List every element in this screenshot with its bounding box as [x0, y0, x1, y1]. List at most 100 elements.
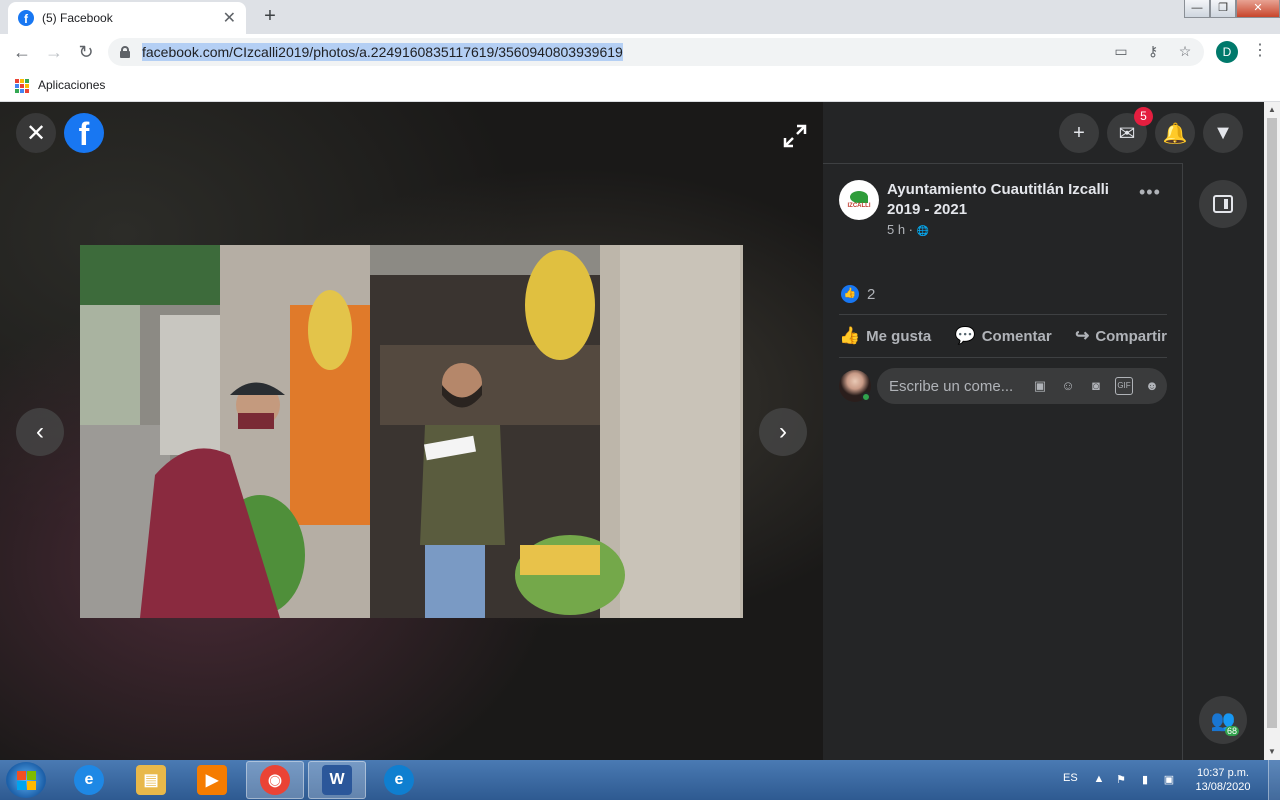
izcalli-logo-icon [850, 191, 868, 203]
tab-close-icon[interactable]: ✕ [223, 8, 236, 28]
start-button[interactable] [6, 762, 46, 798]
close-viewer-button[interactable]: ✕ [16, 113, 56, 153]
windows-taskbar: e ▤ ▶ ◉ We ES ▲ ⚑ ▮ ▣ 10:37 p.m. 13/08/2020 [0, 760, 1280, 800]
like-button[interactable]: 👍 Me gusta [839, 326, 931, 346]
post-details: IZCALLI Ayuntamiento Cuautitlán Izcalli … [823, 164, 1182, 760]
tab-bar: f (5) Facebook ✕ + — ❐ ✕ [0, 0, 1280, 34]
internet-explorer-icon: e [74, 765, 104, 795]
apps-grid-dot [15, 79, 19, 83]
share-icon: ↪ [1075, 326, 1090, 345]
page-name-link[interactable]: Ayuntamiento Cuautitlán Izcalli 2019 - 2… [887, 180, 1117, 220]
lock-icon[interactable] [120, 46, 130, 58]
comment-label: Comentar [981, 327, 1052, 345]
create-icon[interactable]: + [1059, 113, 1099, 153]
notification-badge: 5 [1134, 107, 1153, 126]
apps-bookmark[interactable]: Aplicaciones [38, 78, 105, 92]
notifications-icon[interactable]: 🔔 [1155, 113, 1195, 153]
comment-placeholder: Escribe un come... [889, 377, 1014, 395]
next-photo-button[interactable]: › [759, 408, 807, 456]
apps-grid-dot [25, 89, 29, 93]
previous-photo-button[interactable]: ‹ [16, 408, 64, 456]
media-player-icon: ▶ [197, 765, 227, 795]
bookmarks-bar: Aplicaciones [0, 70, 1280, 102]
emoji-icon[interactable]: ☺ [1059, 377, 1077, 395]
new-tab-button[interactable]: + [258, 5, 282, 28]
show-desktop-button[interactable] [1268, 760, 1280, 800]
create-icon-glyph: + [1073, 121, 1085, 144]
clock-time: 10:37 p.m. [1197, 767, 1249, 779]
profile-avatar[interactable]: D [1216, 41, 1238, 63]
contacts-online-count: 68 [1224, 726, 1239, 736]
language-indicator[interactable]: ES [1063, 772, 1078, 784]
sidebar-icon [1213, 195, 1233, 213]
taskbar-file-explorer[interactable]: ▤ [122, 761, 180, 799]
system-clock[interactable]: 10:37 p.m. 13/08/2020 [1190, 766, 1256, 794]
comment-icon: 💬 [954, 326, 976, 345]
word-icon: W [322, 765, 352, 795]
browser-toolbar: ← → ↻ facebook.com/CIzcalli2019/photos/a… [0, 34, 1280, 70]
action-center-flag-icon[interactable]: ⚑ [1114, 773, 1128, 787]
restore-button[interactable]: ❐ [1210, 0, 1236, 18]
window-controls: — ❐ ✕ [1184, 0, 1280, 18]
apps-grid-icon[interactable] [15, 79, 29, 93]
reactions-summary[interactable]: 👍 2 [841, 285, 875, 303]
browser-tab[interactable]: f (5) Facebook ✕ [8, 2, 246, 34]
toggle-sidebar-button[interactable] [1199, 180, 1247, 228]
page-scrollbar[interactable]: ▲ ▼ [1264, 102, 1280, 760]
contacts-button[interactable]: 👥 68 [1199, 696, 1247, 744]
gif-icon[interactable]: GIF [1115, 377, 1133, 395]
taskbar-media-player[interactable]: ▶ [183, 761, 241, 799]
scroll-down-icon[interactable]: ▼ [1264, 744, 1280, 760]
account-menu-icon[interactable]: ▼ [1203, 113, 1243, 153]
facebook-favicon-icon: f [18, 10, 34, 26]
page-avatar[interactable]: IZCALLI [839, 180, 879, 220]
scroll-up-icon[interactable]: ▲ [1264, 102, 1280, 118]
comment-button[interactable]: 💬 Comentar [955, 326, 1052, 346]
taskbar-edge[interactable]: e [370, 761, 428, 799]
bookmark-star-icon[interactable]: ☆ [1176, 43, 1194, 61]
chrome-icon: ◉ [260, 765, 290, 795]
scrollbar-thumb[interactable] [1267, 118, 1277, 728]
taskbar-internet-explorer[interactable]: e [60, 761, 118, 799]
account-menu-icon-glyph: ▼ [1213, 121, 1233, 144]
messenger-icon[interactable]: ✉ 5 [1107, 107, 1153, 153]
like-reaction-icon: 👍 [841, 285, 859, 303]
apps-grid-dot [20, 84, 24, 88]
fullscreen-icon[interactable] [781, 122, 809, 150]
power-icon[interactable]: ▮ [1138, 773, 1152, 787]
minimize-button[interactable]: — [1184, 0, 1210, 18]
address-bar[interactable]: facebook.com/CIzcalli2019/photos/a.22491… [108, 38, 1204, 66]
apps-grid-dot [20, 79, 24, 83]
apps-grid-dot [25, 84, 29, 88]
edge-icon: e [384, 765, 414, 795]
file-explorer-icon: ▤ [136, 765, 166, 795]
taskbar-chrome[interactable]: ◉ [246, 761, 304, 799]
notifications-icon-glyph: 🔔 [1162, 122, 1188, 145]
url-text[interactable]: facebook.com/CIzcalli2019/photos/a.22491… [142, 43, 623, 61]
taskbar-word[interactable]: W [308, 761, 366, 799]
window-close-button[interactable]: ✕ [1236, 0, 1280, 18]
camera-icon[interactable]: ◙ [1087, 377, 1105, 395]
share-button[interactable]: ↪ Compartir [1075, 326, 1167, 346]
comment-input[interactable]: Escribe un come... ▣ ☺ ◙ GIF ☻ [877, 368, 1167, 404]
more-options-icon[interactable]: ••• [1139, 182, 1161, 203]
network-icon[interactable]: ▣ [1162, 773, 1176, 787]
browser-menu-icon[interactable]: ⋮ [1252, 40, 1268, 60]
forward-arrow-icon[interactable]: → [42, 40, 66, 64]
facebook-logo-icon[interactable]: f [64, 113, 104, 153]
divider [1182, 163, 1183, 760]
like-icon: 👍 [839, 326, 861, 345]
cast-icon[interactable]: ▭ [1112, 43, 1130, 61]
comment-composer: Escribe un come... ▣ ☺ ◙ GIF ☻ [839, 368, 1167, 404]
key-icon[interactable]: ⚷ [1144, 43, 1162, 61]
post-panel: + ✉ 5 🔔 ▼ IZCALLI Ayuntamiento Cuautitlán Iz… [823, 102, 1264, 760]
tray-expand-icon[interactable]: ▲ [1092, 773, 1106, 787]
like-label: Me gusta [866, 327, 932, 345]
reload-icon[interactable]: ↻ [74, 40, 98, 64]
avatar-sticker-icon[interactable]: ☻ [1143, 377, 1161, 395]
globe-icon: 🌐 [916, 226, 930, 237]
post-time[interactable]: 5 h · [887, 222, 913, 237]
comment-tools: ▣ ☺ ◙ GIF ☻ [1031, 377, 1161, 395]
back-arrow-icon[interactable]: ← [10, 40, 34, 64]
sticker-icon[interactable]: ▣ [1031, 377, 1049, 395]
